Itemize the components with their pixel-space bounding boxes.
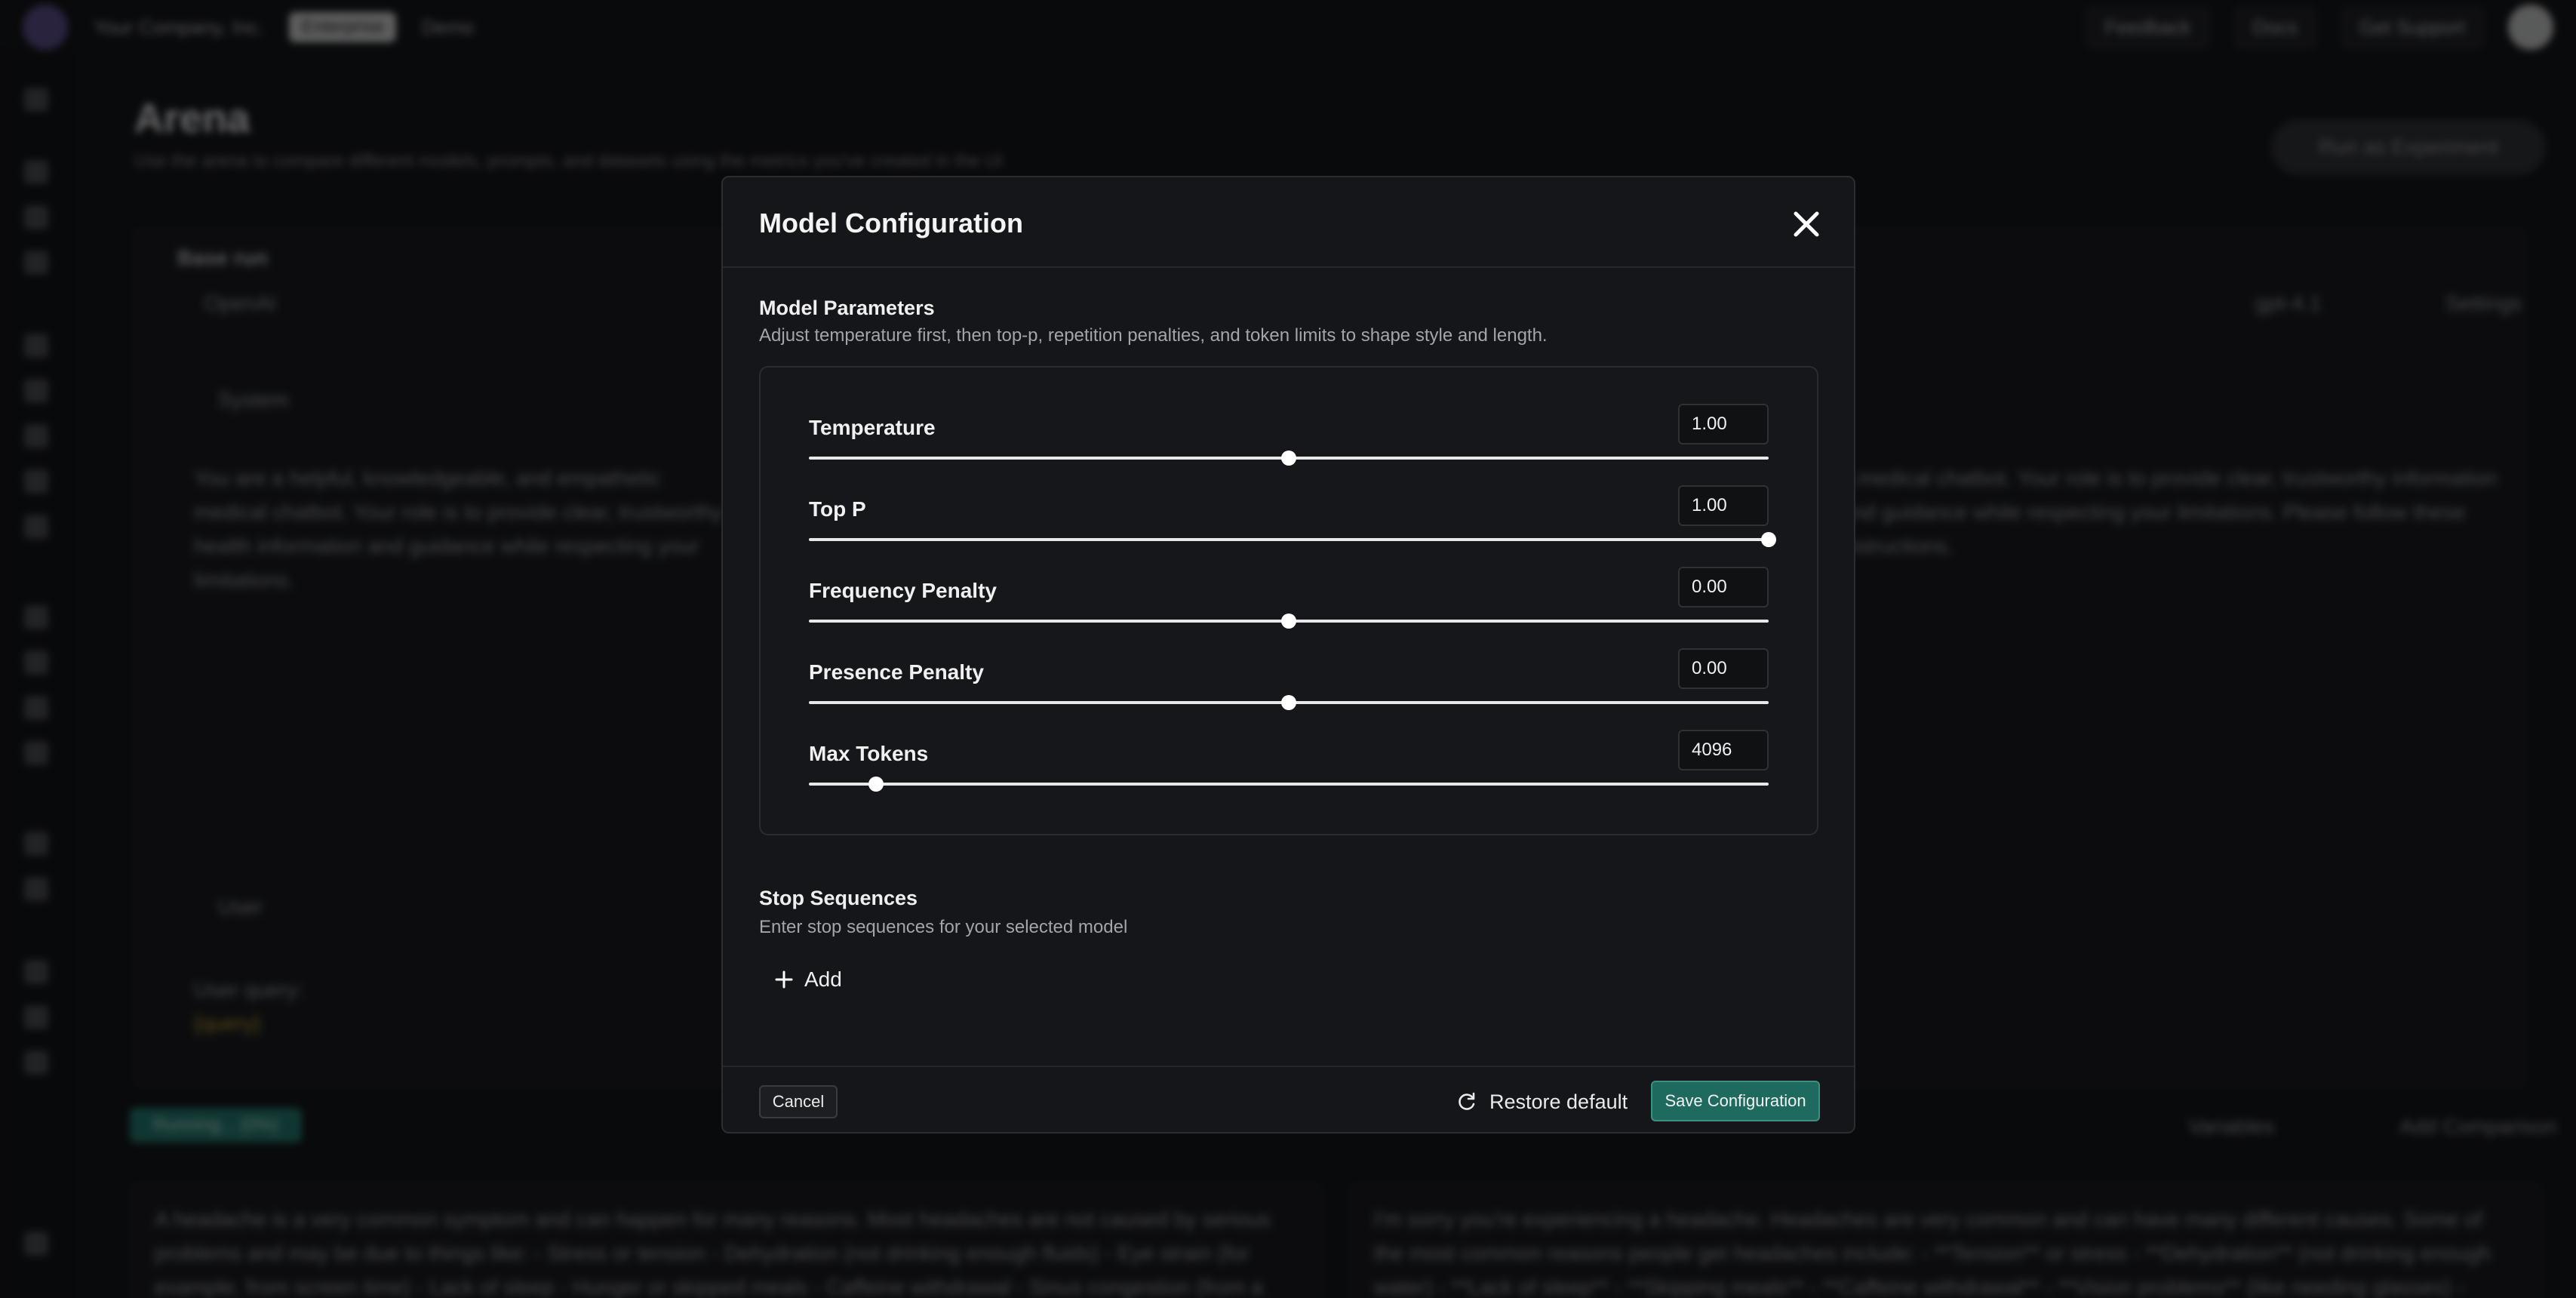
restore-default-button[interactable]: Restore default bbox=[1456, 1084, 1628, 1120]
save-configuration-button[interactable]: Save Configuration bbox=[1651, 1081, 1820, 1121]
add-label: Add bbox=[804, 967, 842, 991]
plus-icon bbox=[775, 970, 793, 989]
temperature-input[interactable] bbox=[1678, 404, 1769, 444]
frequency-penalty-input[interactable] bbox=[1678, 567, 1769, 607]
stop-sequences-title: Stop Sequences bbox=[759, 887, 918, 909]
param-label: Frequency Penalty bbox=[809, 579, 997, 602]
temperature-slider-thumb[interactable] bbox=[1281, 451, 1296, 466]
add-stop-sequence-button[interactable]: Add bbox=[774, 962, 842, 997]
presence-penalty-slider-thumb[interactable] bbox=[1281, 695, 1296, 710]
param-label: Top P bbox=[809, 497, 866, 521]
dialog-title: Model Configuration bbox=[759, 208, 1023, 238]
refresh-icon bbox=[1459, 1092, 1475, 1110]
param-frequency-penalty: Frequency Penalty bbox=[809, 567, 1772, 642]
param-label: Temperature bbox=[809, 416, 936, 439]
param-presence-penalty: Presence Penalty bbox=[809, 648, 1772, 724]
frequency-penalty-slider-thumb[interactable] bbox=[1281, 614, 1296, 629]
close-icon bbox=[1794, 211, 1819, 237]
parameters-box: Temperature Top P Frequency Penalty Pres… bbox=[759, 366, 1818, 835]
param-temperature: Temperature bbox=[809, 404, 1772, 479]
top-p-input[interactable] bbox=[1678, 485, 1769, 526]
restore-default-label: Restore default bbox=[1489, 1090, 1628, 1113]
param-max-tokens: Max Tokens bbox=[809, 730, 1772, 805]
max-tokens-slider-track[interactable] bbox=[809, 783, 1769, 786]
cancel-button[interactable]: Cancel bbox=[759, 1085, 838, 1118]
top-p-slider-thumb[interactable] bbox=[1761, 532, 1776, 547]
top-p-slider-track[interactable] bbox=[809, 538, 1769, 541]
param-top-p: Top P bbox=[809, 485, 1776, 561]
close-button[interactable] bbox=[1788, 206, 1824, 242]
max-tokens-slider-thumb[interactable] bbox=[868, 777, 884, 792]
model-parameters-title: Model Parameters bbox=[759, 297, 935, 319]
param-label: Presence Penalty bbox=[809, 660, 984, 684]
presence-penalty-input[interactable] bbox=[1678, 648, 1769, 689]
dialog-footer: Cancel Restore default Save Configuratio… bbox=[723, 1066, 1854, 1135]
stop-sequences-description: Enter stop sequences for your selected m… bbox=[759, 917, 1128, 937]
model-parameters-description: Adjust temperature first, then top-p, re… bbox=[759, 325, 1548, 346]
max-tokens-input[interactable] bbox=[1678, 730, 1769, 770]
dialog-header: Model Configuration bbox=[723, 177, 1854, 268]
model-configuration-dialog: Model Configuration Model Parameters Adj… bbox=[721, 176, 1855, 1133]
param-label: Max Tokens bbox=[809, 742, 929, 765]
